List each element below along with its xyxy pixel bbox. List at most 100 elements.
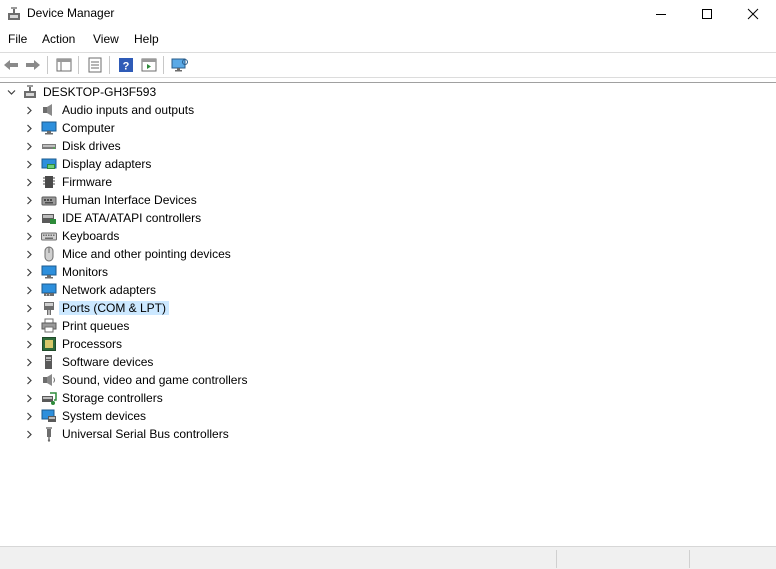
expand-chevron-icon[interactable] — [24, 389, 34, 407]
tree-item-label: Display adapters — [62, 157, 152, 171]
expand-chevron-icon[interactable] — [24, 191, 34, 209]
tree-item-label: Software devices — [62, 355, 154, 369]
properties-icon — [88, 57, 102, 73]
show-action-pane-button[interactable] — [139, 55, 159, 75]
tree-item[interactable]: Keyboards — [0, 227, 776, 245]
display-adapter-icon — [41, 158, 57, 169]
expand-chevron-icon[interactable] — [24, 227, 34, 245]
menu-bar: File Action View Help — [0, 30, 776, 50]
maximize-button[interactable] — [684, 0, 730, 28]
forward-button[interactable] — [23, 55, 43, 75]
console-tree-icon — [56, 58, 72, 72]
tree-item[interactable]: Disk drives — [0, 137, 776, 155]
tree-item[interactable]: System devices — [0, 407, 776, 425]
expand-chevron-icon[interactable] — [24, 155, 34, 173]
tree-item-label: Monitors — [62, 265, 109, 279]
tree-item-label: Storage controllers — [62, 391, 163, 405]
close-icon — [747, 8, 759, 20]
toolbar-separator — [47, 56, 48, 74]
tree-item[interactable]: Audio inputs and outputs — [0, 101, 776, 119]
tree-item[interactable]: Universal Serial Bus controllers — [0, 425, 776, 443]
port-icon — [44, 302, 54, 315]
tree-item[interactable]: Firmware — [0, 173, 776, 191]
tree-item-label: System devices — [62, 409, 147, 423]
tree-item[interactable]: Print queues — [0, 317, 776, 335]
system-device-icon — [41, 409, 56, 422]
help-button[interactable]: ? — [116, 55, 136, 75]
ide-controller-icon — [42, 214, 56, 224]
maximize-icon — [702, 9, 712, 19]
expand-chevron-icon[interactable] — [24, 353, 34, 371]
action-pane-icon — [141, 58, 157, 72]
processor-icon — [42, 337, 56, 351]
tree-item-label: Computer — [62, 121, 115, 135]
tree-item[interactable]: Ports (COM & LPT) — [0, 299, 776, 317]
status-separator — [689, 550, 690, 568]
minimize-icon — [656, 14, 666, 15]
root-label: DESKTOP-GH3F593 — [43, 85, 157, 99]
expand-chevron-icon[interactable] — [24, 317, 34, 335]
tree-item[interactable]: Network adapters — [0, 281, 776, 299]
menu-file[interactable]: File — [8, 32, 27, 46]
expand-chevron-icon[interactable] — [24, 173, 34, 191]
toolbar-separator — [109, 56, 110, 74]
computer-icon — [41, 121, 57, 135]
sound-icon — [43, 374, 55, 386]
tree-item-label: Mice and other pointing devices — [62, 247, 231, 261]
hid-icon — [41, 196, 57, 206]
menu-action[interactable]: Action — [42, 32, 75, 46]
status-bar — [0, 546, 776, 569]
tree-root[interactable]: DESKTOP-GH3F593 — [0, 83, 776, 101]
expand-chevron-icon[interactable] — [24, 119, 34, 137]
menu-help[interactable]: Help — [134, 32, 159, 46]
tree-item[interactable]: Human Interface Devices — [0, 191, 776, 209]
expand-chevron-icon[interactable] — [24, 335, 34, 353]
expand-chevron-icon[interactable] — [24, 245, 34, 263]
network-adapter-icon — [41, 283, 57, 296]
tree-item[interactable]: Computer — [0, 119, 776, 137]
window-title: Device Manager — [27, 6, 115, 20]
tree-item[interactable]: Monitors — [0, 263, 776, 281]
tree-item[interactable]: Storage controllers — [0, 389, 776, 407]
collapse-chevron-icon[interactable] — [6, 83, 16, 101]
title-bar: Device Manager — [0, 0, 776, 28]
back-button[interactable] — [1, 55, 21, 75]
printer-icon — [41, 318, 57, 333]
toolbar-separator — [163, 56, 164, 74]
expand-chevron-icon[interactable] — [24, 407, 34, 425]
show-hide-console-tree-button[interactable] — [54, 55, 74, 75]
tree-item-label: Network adapters — [62, 283, 157, 297]
tree-item[interactable]: Sound, video and game controllers — [0, 371, 776, 389]
tree-item-label: Firmware — [62, 175, 112, 189]
status-separator — [556, 550, 557, 568]
expand-chevron-icon[interactable] — [24, 209, 34, 227]
disk-drive-icon — [42, 144, 56, 149]
tree-item[interactable]: IDE ATA/ATAPI controllers — [0, 209, 776, 227]
expand-chevron-icon[interactable] — [24, 371, 34, 389]
toolbar: ? — [0, 52, 776, 78]
tree-item-label: Human Interface Devices — [62, 193, 197, 207]
back-arrow-icon — [4, 60, 18, 70]
tree-item[interactable]: Mice and other pointing devices — [0, 245, 776, 263]
scan-monitor-icon — [171, 58, 188, 72]
tree-item[interactable]: Processors — [0, 335, 776, 353]
expand-chevron-icon[interactable] — [24, 101, 34, 119]
speaker-icon — [43, 104, 52, 116]
expand-chevron-icon[interactable] — [24, 263, 34, 281]
tree-item[interactable]: Display adapters — [0, 155, 776, 173]
minimize-button[interactable] — [638, 0, 684, 28]
expand-chevron-icon[interactable] — [24, 299, 34, 317]
close-button[interactable] — [730, 0, 776, 28]
tree-item[interactable]: Software devices — [0, 353, 776, 371]
properties-button[interactable] — [85, 55, 105, 75]
forward-arrow-icon — [26, 60, 40, 70]
menu-view[interactable]: View — [93, 32, 119, 46]
scan-hardware-button[interactable] — [170, 55, 190, 75]
firmware-chip-icon — [43, 176, 55, 188]
expand-chevron-icon[interactable] — [24, 425, 34, 443]
svg-text:?: ? — [123, 61, 130, 73]
tree-item-label: Disk drives — [62, 139, 121, 153]
expand-chevron-icon[interactable] — [24, 281, 34, 299]
monitor-icon — [41, 265, 57, 279]
expand-chevron-icon[interactable] — [24, 137, 34, 155]
